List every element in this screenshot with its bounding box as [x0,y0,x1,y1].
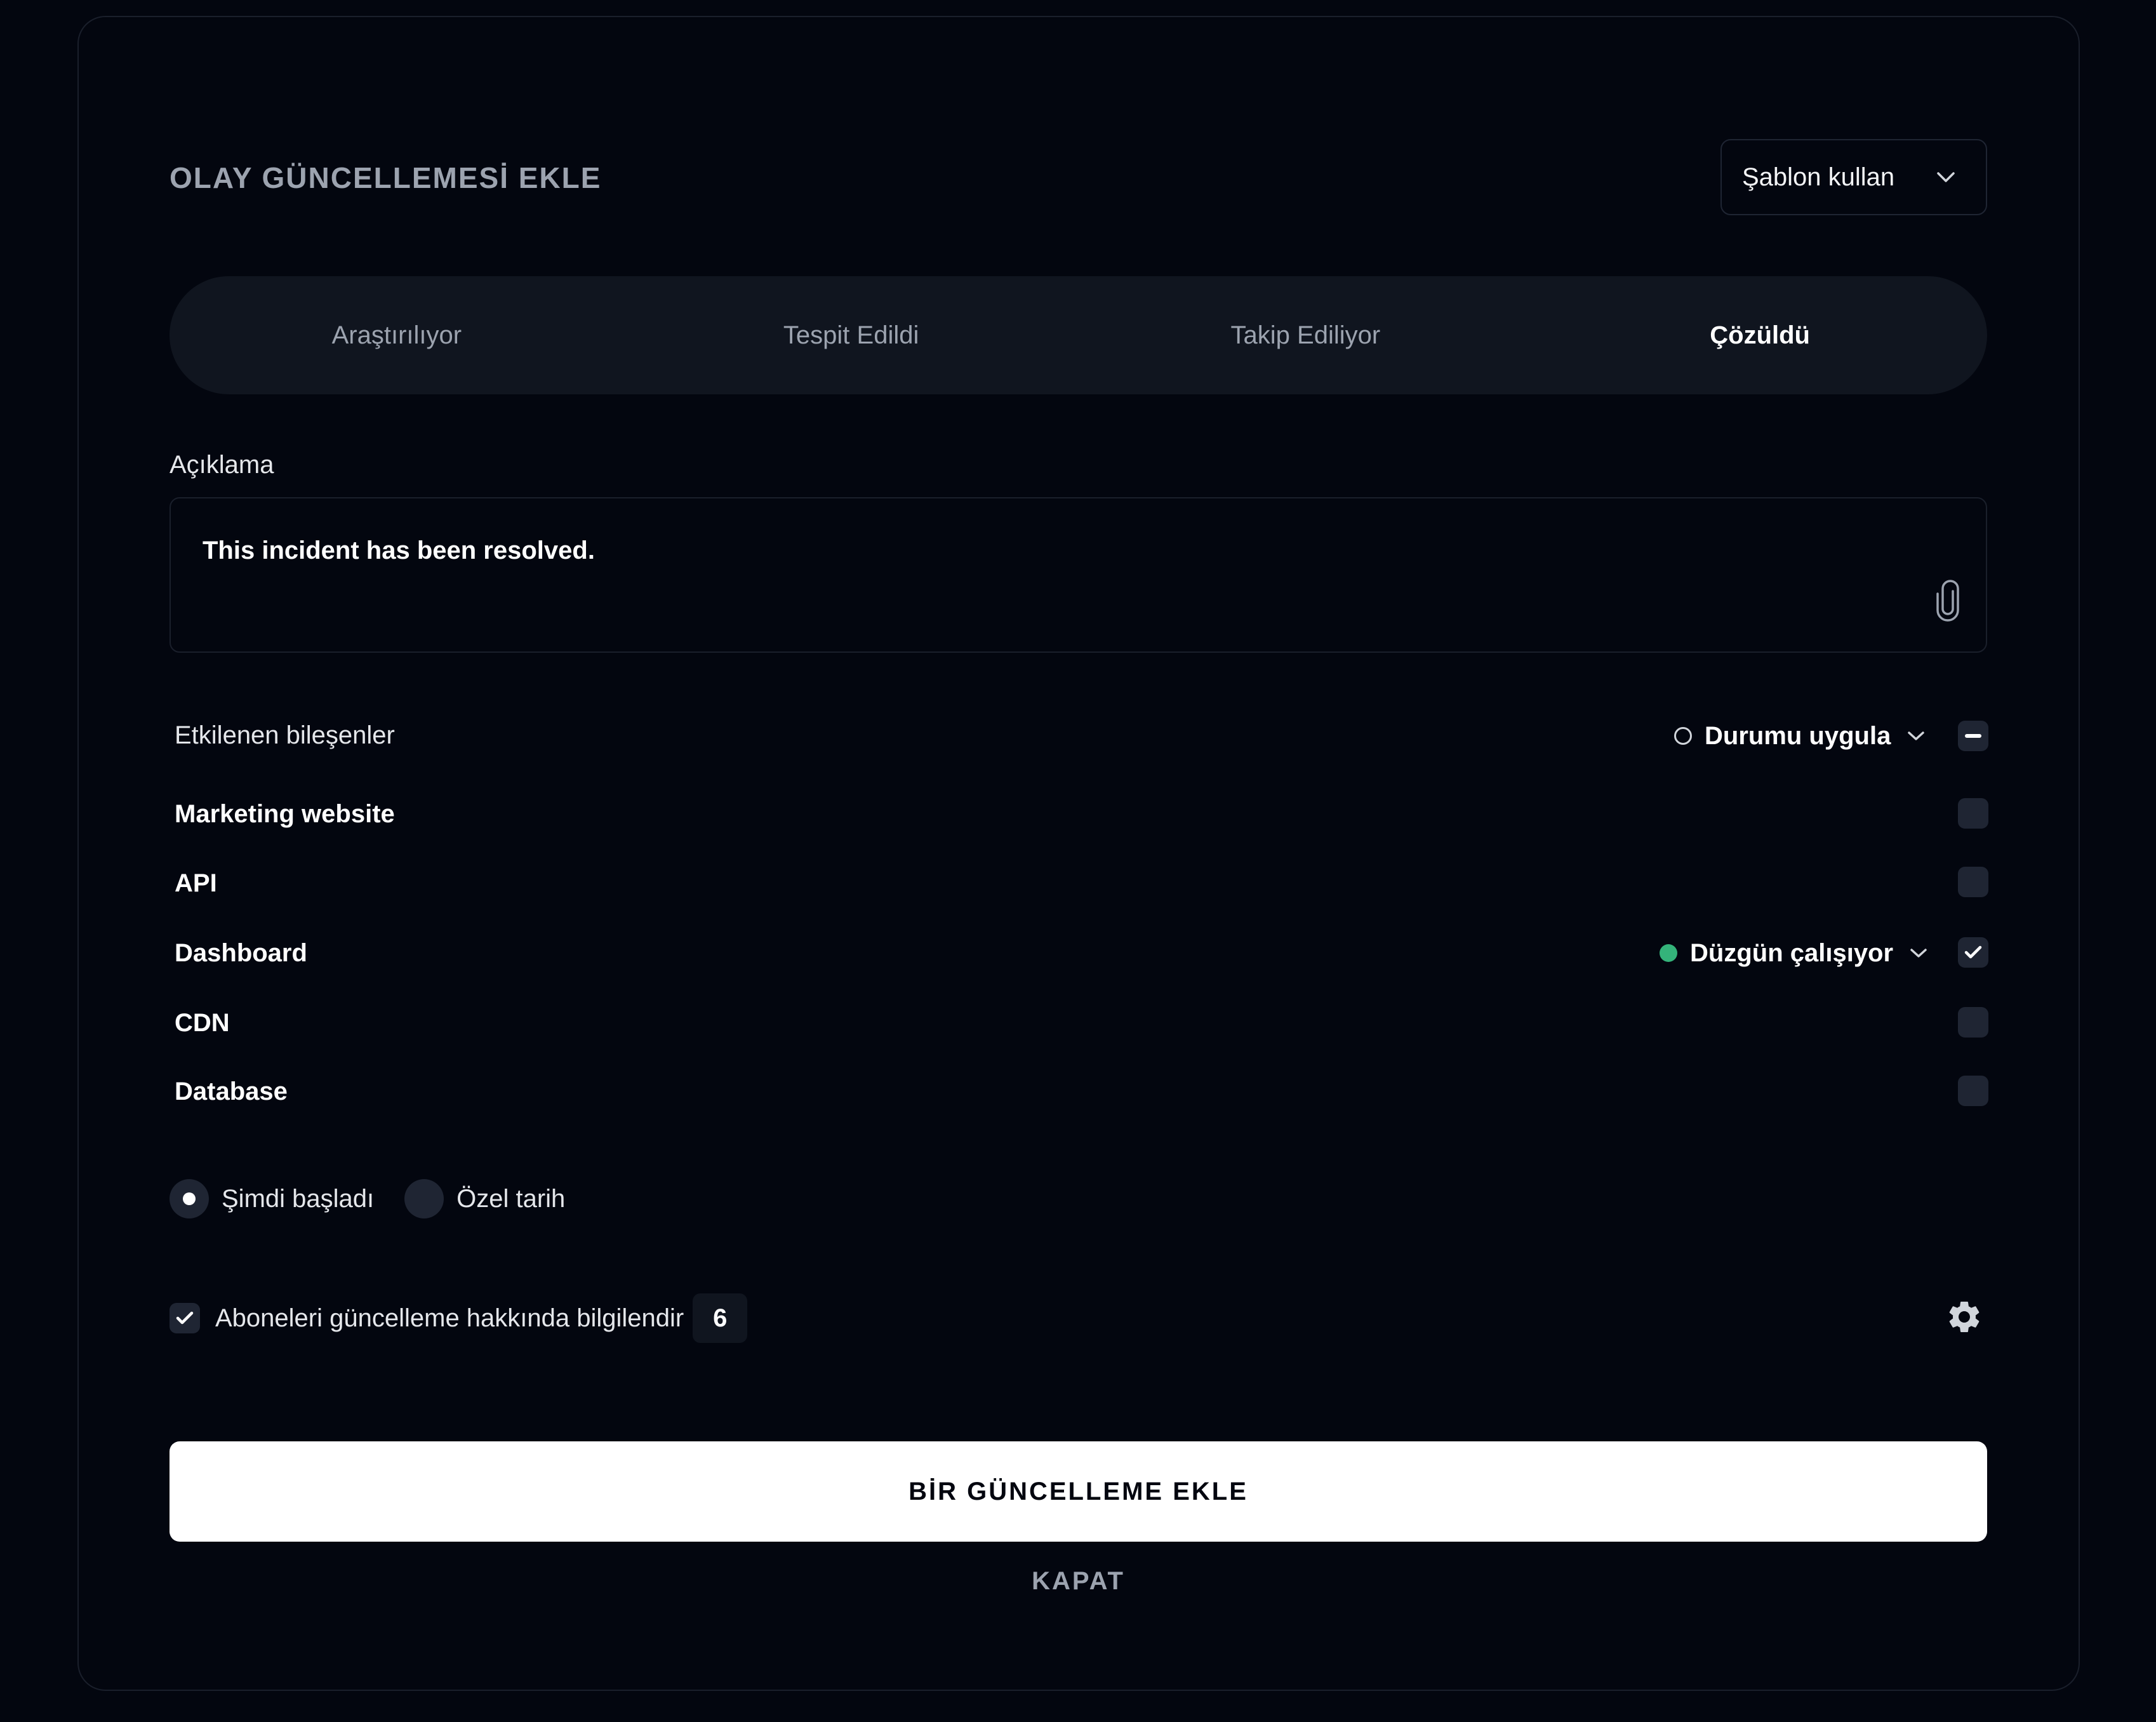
component-status-label: Düzgün çalışıyor [1690,938,1894,967]
component-name: API [175,869,217,897]
start-time-radio-group: Şimdi başladı Özel tarih [170,1179,596,1218]
chevron-down-icon [1937,172,1955,182]
tab-monitoring[interactable]: Takip Ediliyor [1079,276,1533,394]
affected-components-label: Etkilenen bileşenler [175,721,395,749]
radio-started-now[interactable] [170,1179,209,1218]
close-button[interactable]: KAPAT [170,1563,1987,1599]
notify-subscribers-row: Aboneleri güncelleme hakkında bilgilendi… [170,1293,748,1344]
apply-status-dropdown[interactable]: Durumu uygula [1674,717,1925,755]
notify-subscribers-label[interactable]: Aboneleri güncelleme hakkında bilgilendi… [215,1304,684,1333]
component-checkbox-database[interactable] [1958,1076,1988,1106]
template-select-label: Şablon kullan [1742,163,1895,191]
subscriber-count-badge: 6 [693,1293,748,1343]
radio-started-now-label[interactable]: Şimdi başladı [222,1185,374,1213]
radio-selected-indicator [183,1192,196,1205]
status-tabs: Araştırılıyor Tespit Edildi Takip Ediliy… [170,276,1987,394]
select-all-components-checkbox[interactable] [1958,721,1988,751]
component-name: CDN [175,1009,230,1037]
tab-resolved[interactable]: Çözüldü [1533,276,1987,394]
check-icon [176,1311,194,1325]
chevron-down-icon [1910,949,1927,958]
add-update-button[interactable]: BİR GÜNCELLEME EKLE [170,1441,1987,1542]
template-select[interactable]: Şablon kullan [1720,139,1987,215]
component-name: Dashboard [175,939,307,967]
modal-title: OLAY GÜNCELLEMESİ EKLE [170,161,602,194]
incident-update-modal [77,16,2080,1691]
chevron-down-icon [1908,731,1925,740]
empty-status-icon [1674,727,1692,745]
component-checkbox-dashboard[interactable] [1958,937,1988,968]
component-checkbox-api[interactable] [1958,867,1988,897]
tab-identified[interactable]: Tespit Edildi [624,276,1079,394]
tab-investigating[interactable]: Araştırılıyor [170,276,624,394]
component-name: Marketing website [175,800,395,828]
notify-subscribers-checkbox[interactable] [170,1303,200,1333]
description-label: Açıklama [170,451,274,479]
paperclip-icon[interactable] [1934,580,1962,622]
description-textarea[interactable]: This incident has been resolved. [170,497,1987,653]
gear-icon[interactable] [1945,1298,1983,1336]
apply-status-label: Durumu uygula [1705,721,1891,750]
radio-custom-date-label[interactable]: Özel tarih [456,1185,565,1213]
description-text: This incident has been resolved. [203,537,595,564]
component-checkbox-cdn[interactable] [1958,1007,1988,1038]
component-status-dropdown-dashboard[interactable]: Düzgün çalışıyor [1660,934,1927,972]
radio-custom-date[interactable] [404,1179,444,1218]
operational-status-dot [1660,944,1677,962]
minus-icon [1965,734,1981,738]
check-icon [1964,945,1982,959]
component-name: Database [175,1078,288,1105]
component-checkbox-marketing-website[interactable] [1958,798,1988,829]
